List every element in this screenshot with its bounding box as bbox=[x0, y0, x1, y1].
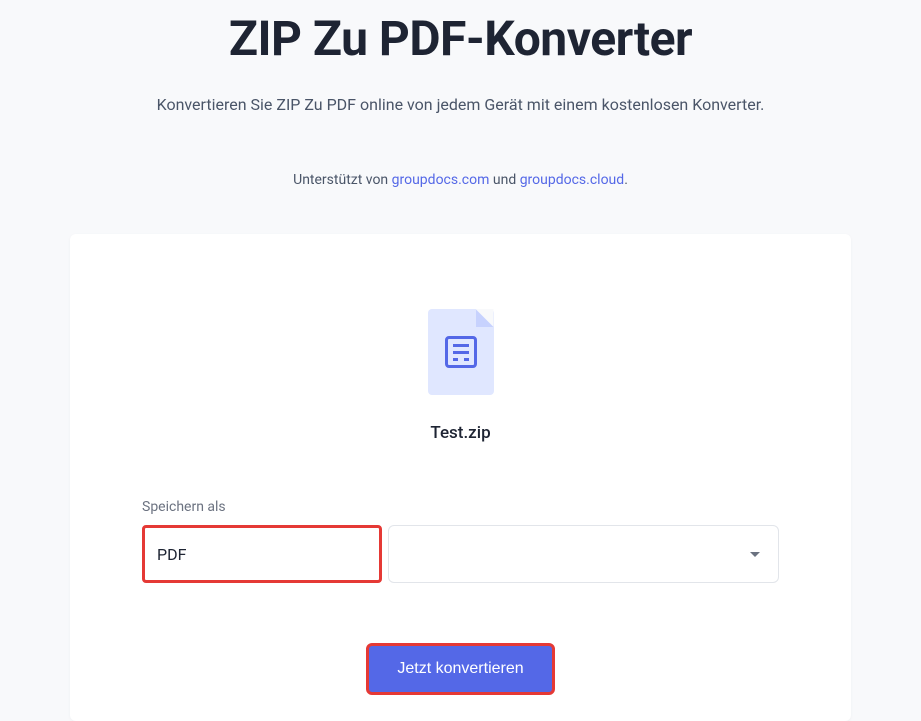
file-display: Test.zip bbox=[142, 309, 779, 443]
document-icon bbox=[445, 336, 477, 368]
page-title: ZIP Zu PDF-Konverter bbox=[0, 10, 921, 67]
format-dropdown[interactable]: PDF bbox=[142, 525, 779, 583]
powered-by-text: Unterstützt von groupdocs.com und groupd… bbox=[0, 172, 921, 188]
file-name-label: Test.zip bbox=[430, 423, 490, 443]
chevron-down-icon bbox=[750, 552, 760, 557]
file-icon bbox=[428, 309, 494, 395]
page-subtitle: Konvertieren Sie ZIP Zu PDF online von j… bbox=[0, 95, 921, 114]
convert-button[interactable]: Jetzt konvertieren bbox=[366, 643, 554, 695]
converter-card: Test.zip Speichern als PDF Jetzt konvert… bbox=[70, 234, 851, 721]
convert-button-container: Jetzt konvertieren bbox=[142, 643, 779, 695]
powered-by-suffix: . bbox=[624, 172, 628, 188]
selected-format-box[interactable]: PDF bbox=[142, 525, 382, 583]
save-as-label: Speichern als bbox=[142, 499, 779, 515]
powered-by-mid: und bbox=[489, 172, 519, 188]
selected-format-text: PDF bbox=[157, 545, 186, 564]
link-groupdocs-cloud[interactable]: groupdocs.cloud bbox=[520, 172, 625, 188]
link-groupdocs-com[interactable]: groupdocs.com bbox=[392, 172, 490, 188]
powered-by-prefix: Unterstützt von bbox=[293, 172, 392, 188]
dropdown-expand-area[interactable] bbox=[388, 525, 779, 583]
